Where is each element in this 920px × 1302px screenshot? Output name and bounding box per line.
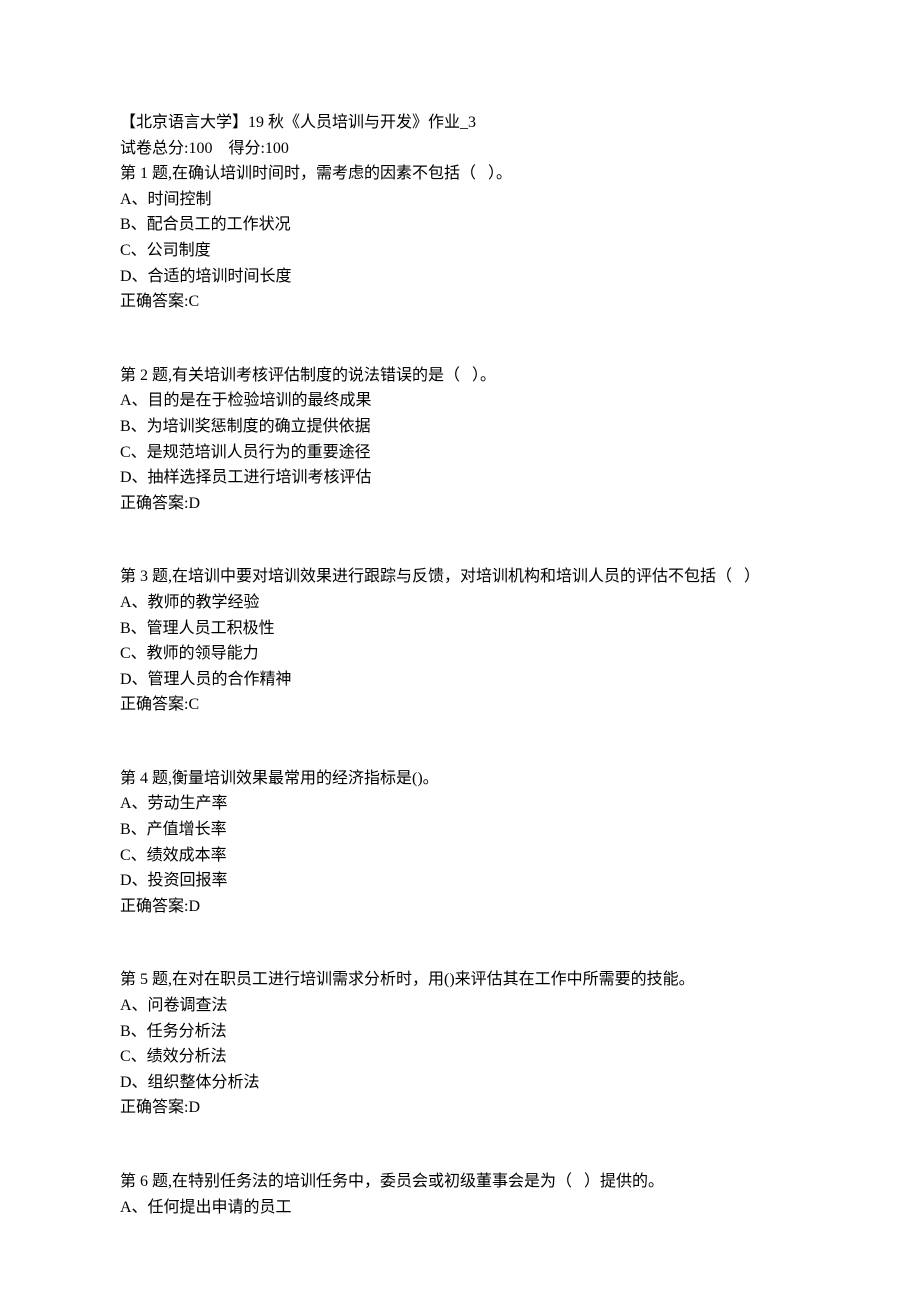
option-c: C、是规范培训人员行为的重要途径 <box>120 440 800 466</box>
question-3: 第 3 题,在培训中要对培训效果进行跟踪与反馈，对培训机构和培训人员的评估不包括… <box>120 564 800 718</box>
option-a: A、时间控制 <box>120 187 800 213</box>
option-d: D、合适的培训时间长度 <box>120 264 800 290</box>
question-stem: 第 3 题,在培训中要对培训效果进行跟踪与反馈，对培训机构和培训人员的评估不包括… <box>120 564 800 590</box>
question-6: 第 6 题,在特别任务法的培训任务中，委员会或初级董事会是为（ ）提供的。 A、… <box>120 1169 800 1220</box>
question-5: 第 5 题,在对在职员工进行培训需求分析时，用()来评估其在工作中所需要的技能。… <box>120 967 800 1121</box>
question-stem: 第 1 题,在确认培训时间时，需考虑的因素不包括（ ）。 <box>120 161 800 187</box>
correct-answer: 正确答案:D <box>120 1095 800 1121</box>
question-2: 第 2 题,有关培训考核评估制度的说法错误的是（ ）。 A、目的是在于检验培训的… <box>120 363 800 517</box>
option-c: C、公司制度 <box>120 238 800 264</box>
option-d: D、组织整体分析法 <box>120 1070 800 1096</box>
correct-answer: 正确答案:D <box>120 491 800 517</box>
question-stem: 第 2 题,有关培训考核评估制度的说法错误的是（ ）。 <box>120 363 800 389</box>
option-d: D、投资回报率 <box>120 868 800 894</box>
option-b: B、配合员工的工作状况 <box>120 212 800 238</box>
option-c: C、绩效成本率 <box>120 843 800 869</box>
option-a: A、任何提出申请的员工 <box>120 1195 800 1221</box>
question-4: 第 4 题,衡量培训效果最常用的经济指标是()。 A、劳动生产率 B、产值增长率… <box>120 766 800 920</box>
exam-title: 【北京语言大学】19 秋《人员培训与开发》作业_3 <box>120 110 800 136</box>
correct-answer: 正确答案:C <box>120 289 800 315</box>
correct-answer: 正确答案:C <box>120 692 800 718</box>
option-a: A、教师的教学经验 <box>120 590 800 616</box>
option-c: C、绩效分析法 <box>120 1044 800 1070</box>
option-d: D、抽样选择员工进行培训考核评估 <box>120 465 800 491</box>
option-a: A、问卷调查法 <box>120 993 800 1019</box>
option-b: B、为培训奖惩制度的确立提供依据 <box>120 414 800 440</box>
correct-answer: 正确答案:D <box>120 894 800 920</box>
score-line: 试卷总分:100 得分:100 <box>120 136 800 162</box>
question-stem: 第 6 题,在特别任务法的培训任务中，委员会或初级董事会是为（ ）提供的。 <box>120 1169 800 1195</box>
option-a: A、劳动生产率 <box>120 791 800 817</box>
option-b: B、管理人员工积极性 <box>120 616 800 642</box>
option-d: D、管理人员的合作精神 <box>120 667 800 693</box>
question-1: 第 1 题,在确认培训时间时，需考虑的因素不包括（ ）。 A、时间控制 B、配合… <box>120 161 800 315</box>
option-a: A、目的是在于检验培训的最终成果 <box>120 388 800 414</box>
option-b: B、产值增长率 <box>120 817 800 843</box>
question-stem: 第 5 题,在对在职员工进行培训需求分析时，用()来评估其在工作中所需要的技能。 <box>120 967 800 993</box>
question-stem: 第 4 题,衡量培训效果最常用的经济指标是()。 <box>120 766 800 792</box>
option-b: B、任务分析法 <box>120 1019 800 1045</box>
option-c: C、教师的领导能力 <box>120 641 800 667</box>
document-page: 【北京语言大学】19 秋《人员培训与开发》作业_3 试卷总分:100 得分:10… <box>0 0 920 1302</box>
